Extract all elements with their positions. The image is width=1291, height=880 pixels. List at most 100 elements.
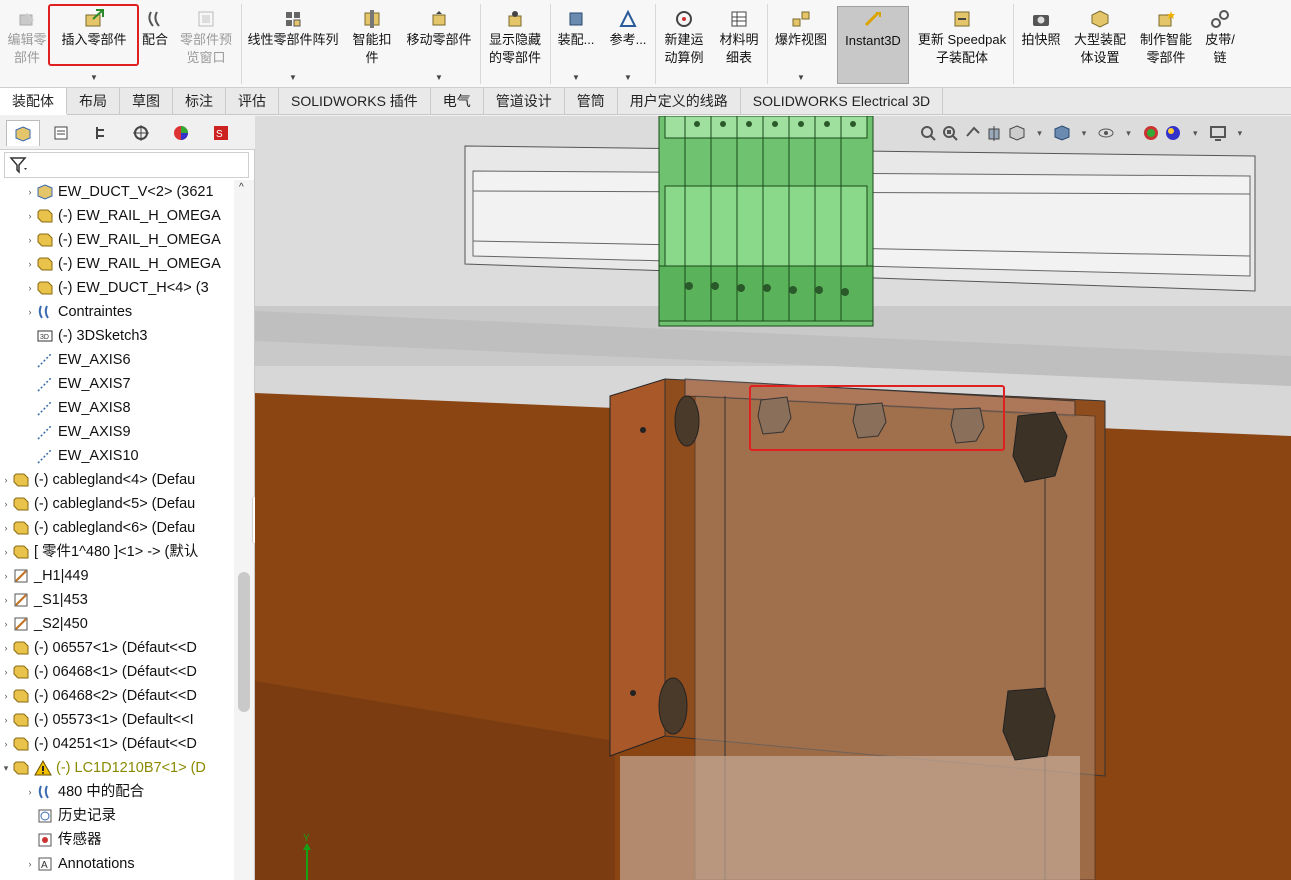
display-style-icon[interactable] <box>1053 122 1071 144</box>
tree-item[interactable]: › (-) 06468<1> (Défaut<<D <box>0 660 197 684</box>
apply-scene-icon[interactable] <box>1164 122 1182 144</box>
expand-arrow-icon[interactable]: › <box>24 180 36 204</box>
tree-item[interactable]: › (-) EW_DUCT_H<4> (3 <box>24 276 209 300</box>
expand-arrow-icon[interactable]: › <box>0 660 12 684</box>
view-orientation-icon[interactable] <box>1008 122 1026 144</box>
tree-item[interactable]: › [ 零件1^480 ]<1> -> (默认 <box>0 540 199 564</box>
tab-user-defined-route[interactable]: 用户定义的线路 <box>618 88 741 115</box>
make-smart-component-button[interactable]: 制作智能 零部件 <box>1134 6 1198 86</box>
display-manager-tab-icon[interactable] <box>164 120 198 146</box>
graphics-viewport[interactable]: Y ▾ ▾ ▾ ▾ ▾ <box>255 116 1291 880</box>
tree-item[interactable]: › (-) EW_RAIL_H_OMEGA <box>24 252 221 276</box>
tree-item[interactable]: › A Annotations <box>24 852 135 876</box>
tree-item[interactable]: EW_AXIS6 <box>24 348 131 372</box>
expand-arrow-icon[interactable]: › <box>0 612 12 636</box>
expand-arrow-icon[interactable]: › <box>24 252 36 276</box>
tab-layout[interactable]: 布局 <box>67 88 120 115</box>
bom-button[interactable]: 材料明 细表 <box>714 6 764 86</box>
take-snapshot-button[interactable]: 拍快照 <box>1016 6 1066 86</box>
tab-assembly[interactable]: 装配体 <box>0 88 67 115</box>
tree-item[interactable]: EW_AXIS10 <box>24 444 139 468</box>
property-manager-tab-icon[interactable] <box>44 120 78 146</box>
show-hidden-components-button[interactable]: 显示隐藏 的零部件 <box>484 6 546 86</box>
expand-arrow-icon[interactable]: › <box>0 732 12 756</box>
linear-pattern-dropdown-icon[interactable]: ▼ <box>289 74 297 82</box>
component-preview-button[interactable]: 零部件预 览窗口 <box>174 6 238 86</box>
tab-electrical[interactable]: 电气 <box>431 88 484 115</box>
expand-arrow-icon[interactable]: › <box>0 684 12 708</box>
tab-markup[interactable]: 标注 <box>173 88 226 115</box>
tree-item[interactable]: › 480 中的配合 <box>24 780 145 804</box>
tree-item[interactable]: EW_AXIS7 <box>24 372 131 396</box>
tree-scrollbar[interactable]: ^ <box>234 180 254 880</box>
insert-component-dropdown-icon[interactable]: ▼ <box>90 74 98 82</box>
expand-arrow-icon[interactable]: › <box>0 564 12 588</box>
tree-item[interactable]: 传感器 <box>24 828 102 852</box>
tree-item[interactable]: › (-) cablegland<5> (Defau <box>0 492 196 516</box>
expand-arrow-icon[interactable]: ▾ <box>0 756 12 780</box>
tree-item[interactable]: › (-) 06468<2> (Défaut<<D <box>0 684 197 708</box>
terminal-block-group[interactable] <box>658 116 874 327</box>
tree-item[interactable]: › _S2|450 <box>0 612 88 636</box>
insert-component-button[interactable]: 插入零部件 ▼ <box>54 6 134 86</box>
expand-arrow-icon[interactable]: › <box>24 276 36 300</box>
new-motion-study-button[interactable]: 新建运 动算例 <box>658 6 710 86</box>
tree-scrollbar-thumb[interactable] <box>238 572 250 712</box>
move-component-button[interactable]: 移动零部件 ▼ <box>402 6 476 86</box>
chevron-down-icon[interactable]: ▾ <box>1075 122 1093 144</box>
tree-item[interactable]: › (-) EW_RAIL_H_OMEGA <box>24 204 221 228</box>
instant3d-button[interactable]: Instant3D <box>837 6 909 84</box>
expand-arrow-icon[interactable]: › <box>24 228 36 252</box>
assembly-features-dropdown-icon[interactable]: ▼ <box>572 74 580 82</box>
linear-pattern-button[interactable]: 线性零部件阵列 ▼ <box>243 6 343 86</box>
tree-item[interactable]: › _H1|449 <box>0 564 89 588</box>
tree-filter[interactable] <box>4 152 249 178</box>
tree-item[interactable]: › (-) 04251<1> (Défaut<<D <box>0 732 197 756</box>
exploded-view-button[interactable]: 爆炸视图 ▼ <box>770 6 832 86</box>
feature-tree-tab-icon[interactable] <box>6 120 40 146</box>
zoom-to-fit-icon[interactable] <box>919 122 937 144</box>
electrical-tab-icon[interactable]: S <box>204 120 238 146</box>
chevron-down-icon[interactable]: ▾ <box>1186 122 1204 144</box>
large-assembly-settings-button[interactable]: 大型装配 体设置 <box>1068 6 1132 86</box>
chevron-down-icon[interactable]: ▾ <box>1119 122 1137 144</box>
tree-item[interactable]: › (-) EW_RAIL_H_OMEGA <box>24 228 221 252</box>
tab-piping[interactable]: 管道设计 <box>484 88 565 115</box>
expand-arrow-icon[interactable]: › <box>24 852 36 876</box>
view-settings-icon[interactable] <box>1208 122 1226 144</box>
smart-fastener-button[interactable]: 智能扣 件 <box>348 6 396 86</box>
expand-arrow-icon[interactable]: › <box>24 780 36 804</box>
expand-arrow-icon[interactable]: › <box>24 204 36 228</box>
tree-item[interactable]: 3D (-) 3DSketch3 <box>24 324 147 348</box>
tree-item[interactable]: › (-) cablegland<6> (Defau <box>0 516 196 540</box>
mate-button[interactable]: 配合 <box>138 6 172 86</box>
tree-item[interactable]: › (-) 05573<1> (Default<<I <box>0 708 194 732</box>
filter-icon[interactable] <box>9 156 29 177</box>
exploded-view-dropdown-icon[interactable]: ▼ <box>797 74 805 82</box>
tree-item[interactable]: EW_AXIS8 <box>24 396 131 420</box>
tab-solidworks-electrical-3d[interactable]: SOLIDWORKS Electrical 3D <box>741 88 944 115</box>
tree-item[interactable]: › _S1|453 <box>0 588 88 612</box>
tree-item[interactable]: › EW_DUCT_V<2> (3621 <box>24 180 214 204</box>
tree-item[interactable]: › (-) cablegland<4> (Defau <box>0 468 196 492</box>
edit-appearance-icon[interactable] <box>1142 122 1160 144</box>
expand-arrow-icon[interactable]: › <box>0 588 12 612</box>
section-view-icon[interactable] <box>986 122 1004 144</box>
3d-model-view[interactable]: Y <box>255 116 1291 880</box>
update-speedpak-button[interactable]: 更新 Speedpak 子装配体 <box>914 6 1010 86</box>
dimxpert-tab-icon[interactable] <box>124 120 158 146</box>
tree-item[interactable]: 历史记录 <box>24 804 116 828</box>
expand-arrow-icon[interactable]: › <box>24 300 36 324</box>
tab-evaluate[interactable]: 评估 <box>226 88 279 115</box>
expand-arrow-icon[interactable]: › <box>0 708 12 732</box>
tree-item[interactable]: EW_AXIS9 <box>24 420 131 444</box>
tab-tubing[interactable]: 管筒 <box>565 88 618 115</box>
tab-sketch[interactable]: 草图 <box>120 88 173 115</box>
edit-component-button[interactable]: 编辑零 部件 <box>2 6 52 86</box>
reference-geometry-button[interactable]: 参考... ▼ <box>606 6 650 86</box>
zoom-to-area-icon[interactable] <box>941 122 959 144</box>
previous-view-icon[interactable] <box>964 122 982 144</box>
move-component-dropdown-icon[interactable]: ▼ <box>435 74 443 82</box>
chevron-down-icon[interactable]: ▾ <box>1030 122 1048 144</box>
expand-arrow-icon[interactable]: › <box>0 636 12 660</box>
